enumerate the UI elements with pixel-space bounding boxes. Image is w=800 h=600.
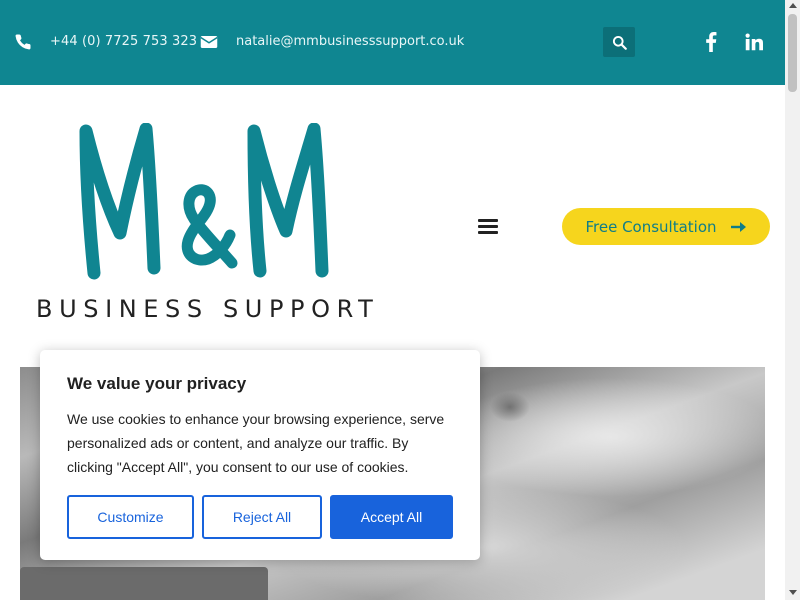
hamburger-menu-icon[interactable] <box>478 219 500 235</box>
cta-label: Free Consultation <box>585 217 717 236</box>
logo-mark <box>79 122 329 280</box>
site-logo[interactable]: BUSINESS SUPPORT <box>36 122 380 328</box>
search-button[interactable] <box>603 27 635 57</box>
free-consultation-button[interactable]: Free Consultation <box>562 208 770 245</box>
logo-tagline: BUSINESS SUPPORT <box>36 295 380 323</box>
page: +44 (0) 7725 753 323 natalie@mmbusinesss… <box>0 0 800 600</box>
scroll-up-icon[interactable] <box>789 3 797 8</box>
phone-link[interactable]: +44 (0) 7725 753 323 <box>50 34 197 49</box>
facebook-icon[interactable] <box>704 32 718 52</box>
cookie-consent-banner: We value your privacy We use cookies to … <box>40 350 480 560</box>
scrollbar[interactable] <box>785 0 800 600</box>
accept-all-button[interactable]: Accept All <box>330 495 453 539</box>
scrollbar-thumb[interactable] <box>788 14 797 92</box>
linkedin-icon[interactable] <box>745 33 763 51</box>
email-link[interactable]: natalie@mmbusinesssupport.co.uk <box>236 34 464 49</box>
scroll-down-icon[interactable] <box>789 590 797 595</box>
hero-overlay-box <box>20 567 268 600</box>
phone-icon <box>15 34 31 50</box>
envelope-icon <box>200 36 218 48</box>
search-icon <box>612 35 627 50</box>
reject-all-button[interactable]: Reject All <box>202 495 322 539</box>
cookie-title: We value your privacy <box>67 374 247 393</box>
cookie-body: We use cookies to enhance your browsing … <box>67 411 445 475</box>
top-contact-bar: +44 (0) 7725 753 323 natalie@mmbusinesss… <box>0 0 785 85</box>
site-header: BUSINESS SUPPORT Free Consultation <box>0 85 785 367</box>
customize-button[interactable]: Customize <box>67 495 194 539</box>
arrow-right-icon <box>730 221 746 232</box>
